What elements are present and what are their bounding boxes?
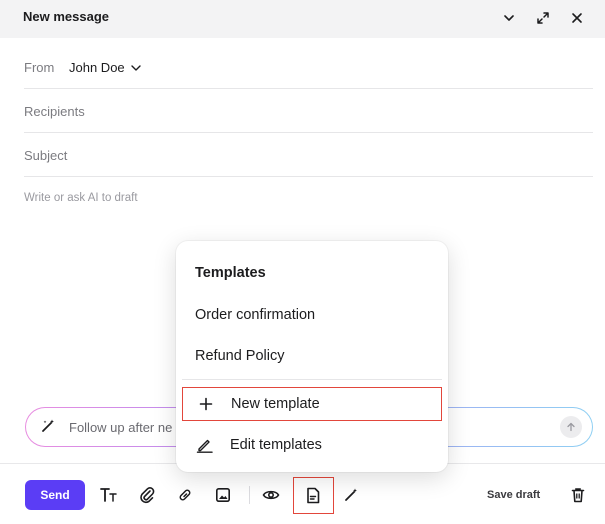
toolbar-separator: [249, 486, 250, 504]
template-item-refund-policy[interactable]: Refund Policy: [195, 348, 284, 364]
compose-title: New message: [23, 9, 109, 24]
template-button-highlight: [293, 477, 334, 514]
link-icon[interactable]: [173, 483, 197, 507]
from-label: From: [24, 60, 55, 75]
chevron-down-icon: [130, 64, 141, 71]
subject-field[interactable]: Subject: [24, 133, 593, 177]
from-row: From John Doe: [24, 45, 593, 89]
templates-menu-title: Templates: [195, 265, 266, 281]
body-editor[interactable]: Write or ask AI to draft: [24, 192, 138, 204]
close-icon[interactable]: [566, 7, 588, 29]
from-selector[interactable]: John Doe: [69, 60, 142, 75]
send-button[interactable]: Send: [25, 480, 85, 510]
compose-header: New message: [0, 0, 605, 38]
expand-icon[interactable]: [532, 7, 554, 29]
edit-templates-label: Edit templates: [230, 437, 322, 453]
menu-divider: [182, 379, 442, 380]
arrow-up-icon[interactable]: [560, 416, 582, 438]
recipients-field[interactable]: Recipients: [24, 89, 593, 133]
attachment-icon[interactable]: [135, 483, 159, 507]
chevron-down-icon[interactable]: [498, 7, 520, 29]
trash-icon[interactable]: [566, 483, 590, 507]
pencil-icon: [194, 437, 216, 453]
templates-menu: Templates Order confirmation Refund Poli…: [176, 241, 448, 472]
ai-wand-icon: [40, 418, 56, 439]
text-format-icon[interactable]: [97, 483, 121, 507]
preview-eye-icon[interactable]: [259, 483, 283, 507]
ai-prompt-input[interactable]: Follow up after ne: [69, 420, 172, 435]
image-icon[interactable]: [211, 483, 235, 507]
from-name: John Doe: [69, 60, 125, 75]
new-template-button[interactable]: New template: [182, 387, 442, 421]
recipients-placeholder: Recipients: [24, 104, 85, 119]
new-template-label: New template: [231, 396, 320, 412]
edit-templates-button[interactable]: Edit templates: [182, 428, 442, 462]
plus-icon: [195, 397, 217, 411]
template-item-order-confirmation[interactable]: Order confirmation: [195, 307, 315, 323]
save-draft-button[interactable]: Save draft: [487, 489, 540, 501]
ai-wand-icon[interactable]: [339, 483, 363, 507]
subject-placeholder: Subject: [24, 148, 68, 163]
